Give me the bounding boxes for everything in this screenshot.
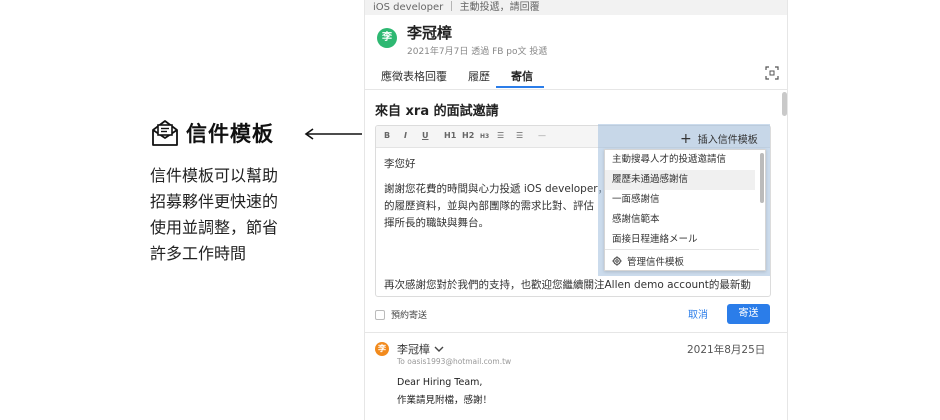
candidate-name: 李冠樟: [407, 24, 453, 42]
manage-templates-label: 管理信件模板: [627, 257, 685, 268]
recipient: To oasis1993@hotmail.com.tw: [397, 357, 512, 366]
promo-description: 信件模板可以幫助 招募夥伴更快速的 使用並調整，節省 許多工作時間: [150, 163, 320, 267]
heading3-button[interactable]: H3: [480, 133, 489, 140]
horizontal-rule-button[interactable]: —: [538, 131, 546, 140]
promo-description-line: 許多工作時間: [150, 244, 247, 263]
template-dropdown[interactable]: 主動搜尋人才的投遞邀請信 履歷未通過感謝信 一面感謝信 感謝信範本 面接日程連絡…: [604, 149, 766, 271]
tab-bar: 應徵表格回覆 履歷 寄信: [365, 62, 787, 90]
tab-application-form[interactable]: 應徵表格回覆: [381, 68, 447, 84]
template-item[interactable]: 面接日程連絡メール: [605, 230, 755, 250]
schedule-send[interactable]: 預約寄送: [375, 308, 427, 321]
avatar: 李: [375, 342, 389, 356]
schedule-label: 預約寄送: [391, 311, 428, 321]
avatar: 李: [377, 28, 397, 48]
insert-template-button[interactable]: + 插入信件模板: [680, 130, 758, 147]
promo-description-line: 使用並調整，節省: [150, 218, 279, 237]
promo-description-line: 招募夥伴更快速的: [150, 192, 279, 211]
mail-date: 2021年8月25日: [687, 344, 766, 356]
mail-closing-line: 再次感謝您對於我們的支持，也歡迎您繼續關注Allen demo account的…: [384, 279, 751, 291]
template-item[interactable]: 一面感謝信: [605, 190, 755, 210]
active-tab-indicator: [496, 86, 544, 88]
mail-thread-line: 作業請見附檔，感謝！: [397, 395, 493, 406]
cancel-button[interactable]: 取消: [688, 306, 708, 321]
underline-button[interactable]: U: [422, 131, 429, 140]
arrow-left-icon: [304, 128, 362, 140]
insert-template-label: 插入信件模板: [697, 135, 758, 146]
template-item[interactable]: 履歷未通過感謝信: [605, 170, 755, 190]
heading2-button[interactable]: H2: [462, 131, 474, 140]
promo-title: 信件模板: [150, 118, 274, 148]
sender-name: 李冠樟: [397, 343, 430, 356]
envelope-letter-icon: [152, 120, 178, 146]
italic-button[interactable]: I: [404, 131, 407, 140]
promo-section: 信件模板 信件模板可以幫助 招募夥伴更快速的 使用並調整，節省 許多工作時間: [0, 0, 365, 420]
template-item[interactable]: 感謝信範本: [605, 210, 755, 230]
template-item[interactable]: 主動搜尋人才的投遞邀請信: [605, 150, 755, 170]
mail-subject[interactable]: 來自 xra 的面試邀請: [375, 100, 499, 119]
sender[interactable]: 李冠樟: [397, 341, 444, 357]
manage-templates-button[interactable]: 管理信件模板: [612, 254, 684, 268]
bullet-list-icon[interactable]: ☰: [497, 131, 504, 140]
divider: [365, 332, 787, 333]
tab-send-mail[interactable]: 寄信: [511, 68, 533, 84]
panel-scrollbar[interactable]: [782, 92, 787, 116]
breadcrumb: iOS developer ｜ 主動投遞，請回覆: [365, 0, 787, 15]
mail-thread-line: Dear Hiring Team,: [397, 377, 483, 388]
divider: [605, 249, 759, 250]
promo-title-text: 信件模板: [186, 122, 274, 146]
numbered-list-icon[interactable]: ☰: [516, 131, 523, 140]
bold-button[interactable]: B: [384, 131, 390, 140]
schedule-checkbox[interactable]: [375, 309, 385, 320]
heading1-button[interactable]: H1: [444, 131, 456, 140]
expand-icon[interactable]: [765, 66, 779, 80]
chevron-down-icon[interactable]: [434, 345, 444, 353]
plus-icon: +: [680, 130, 692, 147]
candidate-header: 李 李冠樟 2021年7月7日 透過 FB po文 投遞: [377, 22, 547, 57]
mail-thread-body: Dear Hiring Team, 作業請見附檔，感謝！: [397, 374, 492, 410]
candidate-subtitle: 2021年7月7日 透過 FB po文 投遞: [407, 47, 548, 57]
send-button[interactable]: 寄送: [727, 304, 770, 324]
promo-description-line: 信件模板可以幫助: [150, 166, 279, 185]
dropdown-scrollbar[interactable]: [760, 153, 764, 203]
tab-resume[interactable]: 履歷: [468, 68, 490, 84]
gear-icon: [612, 256, 622, 266]
